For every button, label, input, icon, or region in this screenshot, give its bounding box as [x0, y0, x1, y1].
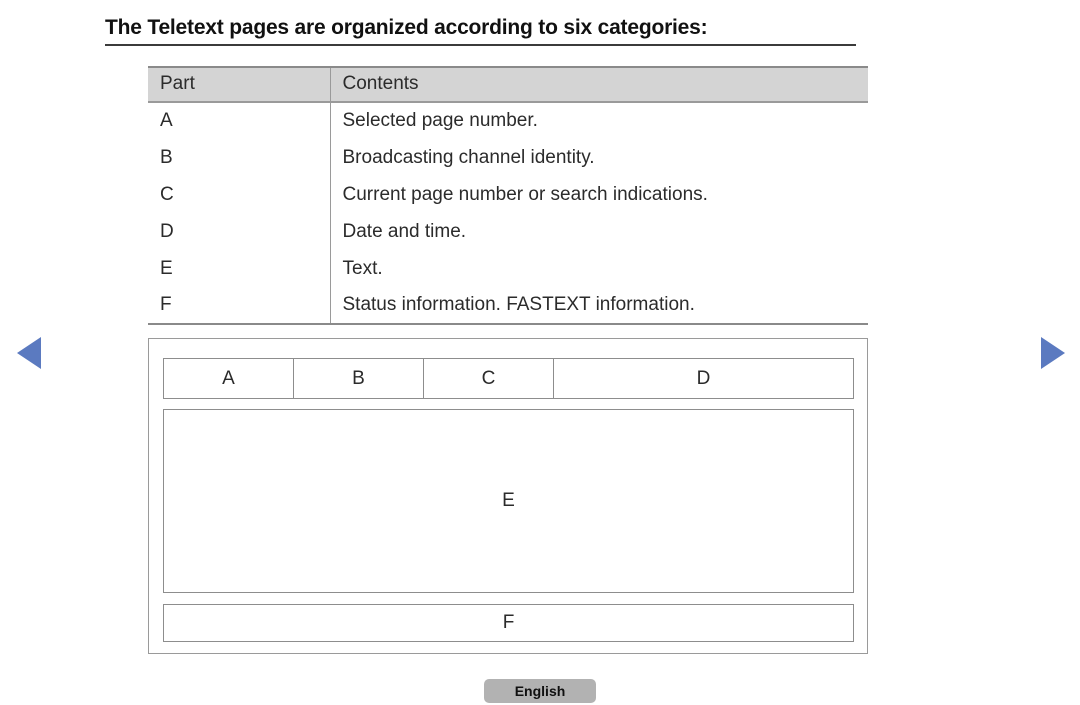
- cell-contents: Status information. FASTEXT information.: [329, 287, 868, 325]
- cell-contents: Date and time.: [329, 213, 868, 250]
- column-header-part: Part: [148, 66, 330, 103]
- diagram-inner-frame: A B C D E F: [163, 358, 854, 642]
- diagram-region-d: D: [696, 367, 711, 389]
- diagram-region-e: E: [163, 409, 854, 593]
- diagram-region-a: A: [164, 359, 294, 398]
- diagram-region-f: F: [163, 604, 854, 642]
- cell-part: C: [160, 183, 174, 205]
- cell-contents: Text.: [329, 250, 868, 287]
- cell-part: F: [148, 287, 330, 325]
- prev-page-arrow-icon[interactable]: [17, 337, 41, 369]
- cell-part: A: [160, 110, 173, 131]
- title-underline-rule: [105, 44, 856, 46]
- table-row: C Current page number or search indicati…: [148, 176, 868, 213]
- column-header-contents: Contents: [329, 66, 868, 103]
- diagram-region-c: C: [424, 359, 554, 398]
- table-row: E Text.: [148, 250, 868, 287]
- diagram-region-b: B: [294, 359, 424, 398]
- cell-contents: Current page number or search indication…: [329, 176, 868, 213]
- cell-contents: Selected page number.: [329, 102, 868, 139]
- table-row: D Date and time.: [148, 213, 868, 250]
- table-row: B Broadcasting channel identity.: [148, 139, 868, 176]
- cell-part: B: [160, 146, 173, 168]
- page-title: The Teletext pages are organized accordi…: [105, 16, 708, 39]
- diagram-top-strip: A B C D: [163, 358, 854, 399]
- cell-contents: Broadcasting channel identity.: [329, 139, 868, 176]
- cell-part: E: [160, 257, 173, 279]
- cell-part: D: [160, 220, 174, 242]
- categories-table: Part Contents A Selected page number. B …: [148, 66, 868, 325]
- language-button[interactable]: English: [484, 679, 596, 703]
- next-page-arrow-icon[interactable]: [1041, 337, 1065, 369]
- table-header-row: Part Contents: [148, 66, 868, 103]
- table-row: F Status information. FASTEXT informatio…: [148, 287, 868, 325]
- table-row: A Selected page number.: [148, 102, 868, 139]
- teletext-layout-diagram: A B C D E F: [148, 338, 868, 654]
